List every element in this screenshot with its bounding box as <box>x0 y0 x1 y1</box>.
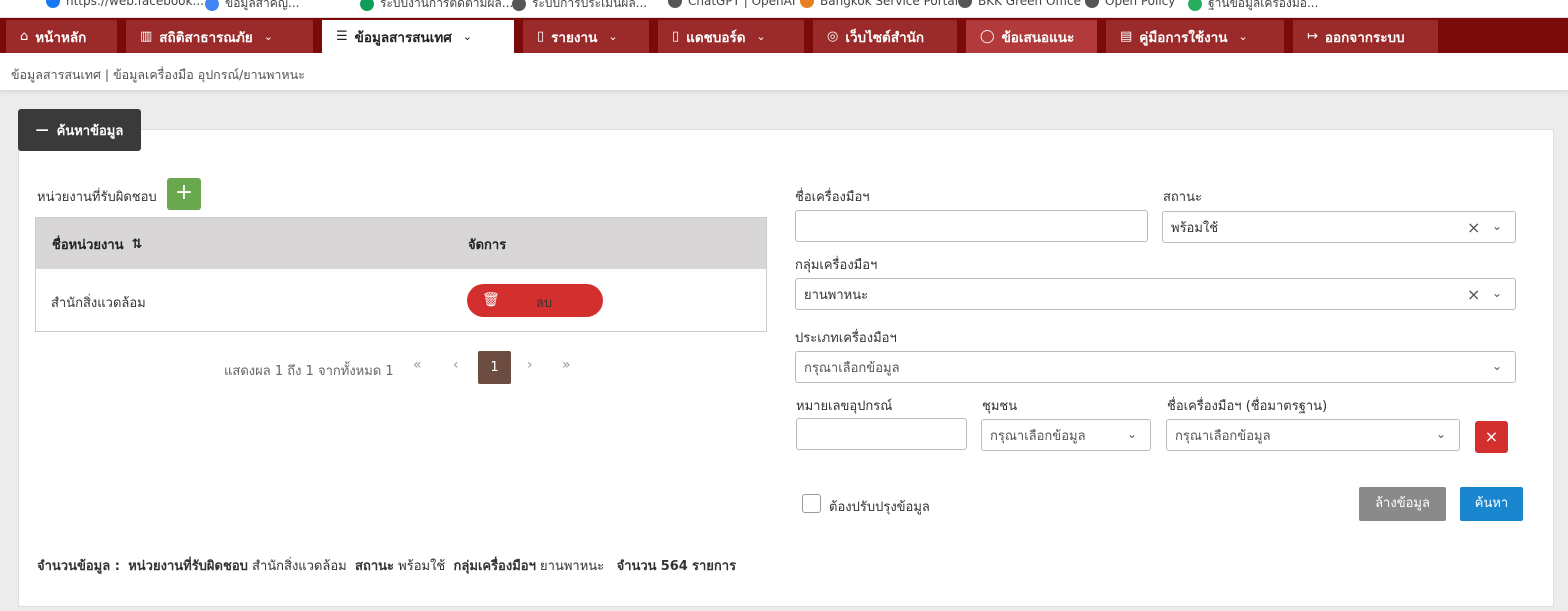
chevron-down-icon[interactable]: ⌄ <box>1127 427 1137 441</box>
nav-home[interactable]: ⌂ หน้าหลัก <box>6 20 117 53</box>
equipment-no-input[interactable] <box>796 418 967 450</box>
facebook-icon <box>46 0 60 8</box>
responsible-label: หน่วยงานที่รับผิดชอบ <box>37 190 157 205</box>
chevron-down-icon: ⌄ <box>263 30 273 43</box>
clear-status-icon[interactable]: × <box>1467 218 1480 237</box>
pager-next-icon[interactable]: › <box>527 357 533 373</box>
equipment-no-label: หมายเลขอุปกรณ์ <box>796 399 893 414</box>
plus-icon: + <box>174 180 194 205</box>
status-select[interactable]: พร้อมใช้ <box>1162 211 1516 243</box>
standard-name-label: ชื่อเครื่องมือฯ (ชื่อมาตรฐาน) <box>1167 399 1328 414</box>
chevron-down-icon: ⌄ <box>1238 30 1248 43</box>
clear-button[interactable]: ล้างข้อมูล <box>1359 487 1446 521</box>
nav-disaster-stats[interactable]: ▥ สถิติสาธารณภัย ⌄ <box>126 20 313 53</box>
remove-row-button[interactable]: × <box>1475 421 1508 453</box>
tool-name-label: ชื่อเครื่องมือฯ <box>795 190 870 205</box>
table-header: ชื่อหน่วยงาน ⇅ จัดการ <box>36 218 766 269</box>
bookmark-icon <box>1188 0 1202 11</box>
search-button[interactable]: ค้นหา <box>1460 487 1523 521</box>
column-header-name[interactable]: ชื่อหน่วยงาน ⇅ <box>52 234 142 255</box>
chevron-down-icon[interactable]: ⌄ <box>1492 286 1502 300</box>
tool-group-label: กลุ่มเครื่องมือฯ <box>795 258 878 273</box>
bookmark-item[interactable]: Bangkok Service Portal <box>800 0 958 8</box>
bookmark-icon <box>512 0 526 11</box>
add-agency-button[interactable]: + <box>167 178 201 210</box>
bookmark-icon <box>1085 0 1099 8</box>
nav-user-manual[interactable]: ▤ คู่มือการใช้งาน ⌄ <box>1106 20 1284 53</box>
chevron-down-icon: ⌄ <box>756 30 766 43</box>
clear-group-icon[interactable]: × <box>1467 285 1480 304</box>
column-header-manage: จัดการ <box>468 238 507 253</box>
delete-button[interactable]: 🗑 ลบ <box>467 284 603 317</box>
bookmark-icon <box>205 0 219 11</box>
nav-feedback[interactable]: ◯ ข้อเสนอแนะ <box>966 20 1097 53</box>
pager-first-icon[interactable]: « <box>413 357 422 373</box>
status-label: สถานะ <box>1163 190 1202 205</box>
pager-prev-icon[interactable]: ‹ <box>453 357 459 373</box>
breadcrumb: ข้อมูลสารสนเทศ | ข้อมูลเครื่องมือ อุปกรณ… <box>11 67 305 82</box>
community-label: ชุมชน <box>982 399 1018 414</box>
result-summary: จำนวนข้อมูล : หน่วยงานที่รับผิดชอบ สำนัก… <box>37 559 737 574</box>
openai-icon <box>668 0 682 8</box>
bookmark-item[interactable]: Open Policy <box>1085 0 1175 8</box>
community-select[interactable]: กรุณาเลือกข้อมูล <box>981 419 1151 451</box>
bookmark-icon <box>958 0 972 8</box>
chevron-down-icon: ⌄ <box>462 30 473 43</box>
needs-update-label[interactable]: ต้องปรับปรุงข้อมูล <box>829 496 930 517</box>
agency-table: ชื่อหน่วยงาน ⇅ จัดการ สำนักสิ่งแวดล้อม 🗑… <box>35 217 767 332</box>
home-icon: ⌂ <box>20 29 29 44</box>
breadcrumb-bar: ข้อมูลสารสนเทศ | ข้อมูลเครื่องมือ อุปกรณ… <box>0 53 1568 91</box>
list-icon: ☰ <box>336 29 348 44</box>
nav-reports[interactable]: ▯ รายงาน ⌄ <box>523 20 649 53</box>
bookmark-item[interactable]: ระบบงานการติดตามผล... <box>360 0 513 13</box>
nav-information[interactable]: ☰ ข้อมูลสารสนเทศ ⌄ <box>322 20 514 53</box>
chat-icon: ◯ <box>980 29 995 44</box>
agency-name: สำนักสิ่งแวดล้อม <box>51 296 146 311</box>
bar-chart-icon: ▥ <box>140 29 153 44</box>
chevron-down-icon: ⌄ <box>608 30 618 43</box>
main-nav: ⌂ หน้าหลัก ▥ สถิติสาธารณภัย ⌄ ☰ ข้อมูลสา… <box>0 18 1568 53</box>
chevron-down-icon[interactable]: ⌄ <box>1492 219 1502 233</box>
bookmark-icon <box>360 0 374 11</box>
tool-group-select[interactable]: ยานพาหนะ <box>795 278 1516 310</box>
globe-icon: ◎ <box>827 29 839 44</box>
tool-type-label: ประเภทเครื่องมือฯ <box>795 331 897 346</box>
bookmark-item[interactable]: ข้อมูลสำคัญ... <box>205 0 299 13</box>
bookmark-item[interactable]: ฐานข้อมูลเครื่องมือ... <box>1188 0 1318 13</box>
bookmarks-bar: https://web.facebook... ข้อมูลสำคัญ... ร… <box>0 0 1568 18</box>
table-row: สำนักสิ่งแวดล้อม 🗑 ลบ <box>36 269 766 331</box>
tool-name-input[interactable] <box>795 210 1148 242</box>
bookmark-item[interactable]: BKK Green Office <box>958 0 1081 8</box>
chevron-down-icon[interactable]: ⌄ <box>1436 427 1446 441</box>
close-icon: × <box>1484 427 1499 446</box>
tool-type-select[interactable]: กรุณาเลือกข้อมูล <box>795 351 1516 383</box>
nav-office-website[interactable]: ◎ เว็บไซต์สำนัก <box>813 20 957 53</box>
bookmark-item[interactable]: ChatGPT | OpenAI <box>668 0 795 8</box>
document-icon: ▯ <box>672 29 680 44</box>
document-icon: ▯ <box>537 29 545 44</box>
pager-page-1[interactable]: 1 <box>478 351 511 384</box>
nav-logout[interactable]: ↦ ออกจากระบบ <box>1293 20 1438 53</box>
logout-icon: ↦ <box>1307 29 1318 44</box>
search-toggle-button[interactable]: — ค้นหาข้อมูล <box>18 109 141 151</box>
pager-info: แสดงผล 1 ถึง 1 จากทั้งหมด 1 <box>224 364 394 379</box>
needs-update-checkbox[interactable] <box>802 494 821 513</box>
bookmark-icon <box>800 0 814 8</box>
bookmark-item[interactable]: https://web.facebook... <box>46 0 204 8</box>
standard-name-select[interactable]: กรุณาเลือกข้อมูล <box>1166 419 1460 451</box>
chevron-down-icon[interactable]: ⌄ <box>1492 359 1502 373</box>
pager-last-icon[interactable]: » <box>562 357 571 373</box>
book-icon: ▤ <box>1120 29 1133 44</box>
bookmark-item[interactable]: ระบบการประเมินผล... <box>512 0 647 13</box>
sort-icon[interactable]: ⇅ <box>132 237 143 252</box>
collapse-icon: — <box>35 122 49 138</box>
nav-dashboard[interactable]: ▯ แดชบอร์ด ⌄ <box>658 20 804 53</box>
